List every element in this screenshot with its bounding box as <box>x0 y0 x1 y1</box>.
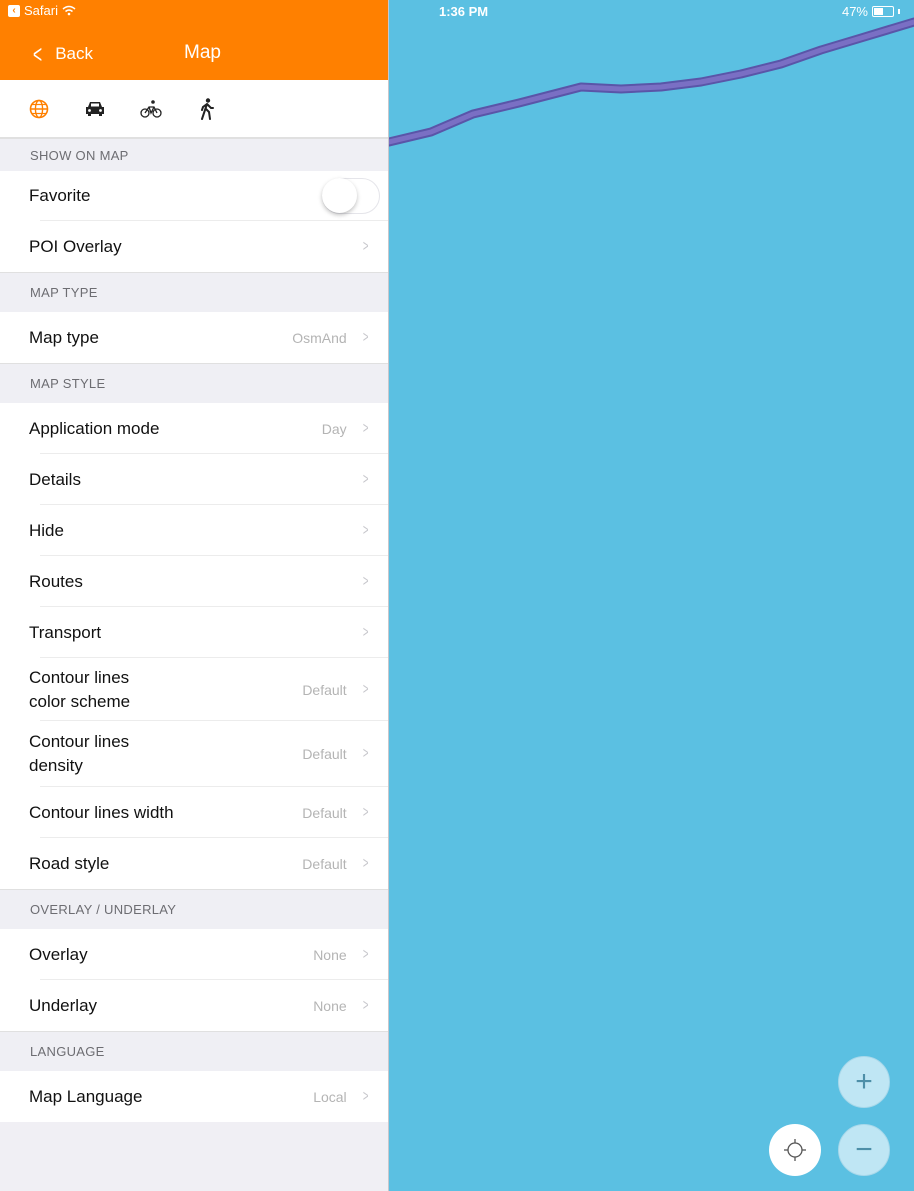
contour-width-label: Contour lines width <box>29 802 174 822</box>
crosshair-icon <box>784 1139 806 1161</box>
contour-density-label: Contour lines density <box>29 732 130 775</box>
back-button[interactable]: < Back <box>30 39 93 69</box>
chevron-left-icon: < <box>33 39 43 69</box>
battery-percent: 47% <box>841 4 868 19</box>
favorite-label: Favorite <box>29 186 91 205</box>
chevron-right-icon: > <box>362 419 369 437</box>
overlay-row[interactable]: Overlay None > <box>0 929 388 980</box>
back-to-app-icon: ‹ <box>8 4 20 17</box>
contour-color-scheme-value: Default <box>302 681 347 698</box>
application-mode-row[interactable]: Application mode Day > <box>0 403 388 454</box>
status-bar-left: ‹ Safari <box>8 3 76 18</box>
application-mode-label: Application mode <box>29 418 160 438</box>
contour-width-value: Default <box>302 804 347 821</box>
routes-row[interactable]: Routes > <box>0 556 388 607</box>
underlay-value: None <box>313 997 347 1014</box>
transport-label: Transport <box>29 622 102 642</box>
hide-row[interactable]: Hide > <box>0 505 388 556</box>
application-mode-value: Day <box>321 420 347 437</box>
chevron-right-icon: > <box>362 328 369 346</box>
my-location-button[interactable] <box>769 1124 821 1176</box>
chevron-right-icon: > <box>362 996 369 1014</box>
chevron-right-icon: > <box>362 623 369 641</box>
chevron-right-icon: > <box>362 470 369 488</box>
status-bar-right: 1:36 PM 47% <box>389 0 914 22</box>
underlay-label: Underlay <box>29 995 98 1015</box>
overlay-label: Overlay <box>29 944 88 964</box>
chevron-right-icon: > <box>362 572 369 590</box>
battery-icon <box>872 6 894 17</box>
contour-color-scheme-label: Contour lines color scheme <box>29 667 131 711</box>
transport-row[interactable]: Transport > <box>0 607 388 658</box>
bicycle-icon <box>140 99 162 118</box>
minus-icon: − <box>855 1133 873 1166</box>
overlay-value: None <box>313 946 347 963</box>
routes-label: Routes <box>29 571 83 591</box>
section-header-language: LANGUAGE <box>0 1031 388 1071</box>
hide-label: Hide <box>29 520 64 540</box>
underlay-row[interactable]: Underlay None > <box>0 980 388 1031</box>
map-language-value: Local <box>313 1088 347 1105</box>
back-to-app-label[interactable]: Safari <box>24 3 58 18</box>
plus-icon: + <box>855 1065 873 1098</box>
zoom-in-button[interactable]: + <box>838 1056 890 1108</box>
pedestrian-icon <box>201 97 214 120</box>
map-type-label: Map type <box>29 327 99 347</box>
map-type-value: OsmAnd <box>292 329 347 346</box>
favorite-toggle[interactable] <box>322 178 380 214</box>
chevron-right-icon: > <box>362 1087 369 1105</box>
map-language-label: Map Language <box>29 1086 143 1106</box>
road-style-label: Road style <box>29 853 110 873</box>
globe-icon <box>29 99 49 118</box>
chevron-right-icon: > <box>362 680 369 698</box>
tab-browse-map[interactable] <box>28 98 50 120</box>
chevron-right-icon: > <box>362 803 369 821</box>
chevron-right-icon: > <box>362 745 369 762</box>
section-header-map-style: MAP STYLE <box>0 363 388 403</box>
poi-overlay-row[interactable]: POI Overlay > <box>0 221 388 272</box>
map-type-row[interactable]: Map type OsmAnd > <box>0 312 388 363</box>
contour-density-row[interactable]: Contour lines density Default > <box>0 721 388 787</box>
map-settings-panel: ‹ Safari < Back Map SHOW ON MAP Favorite… <box>0 0 389 1191</box>
contour-density-value: Default <box>302 746 347 762</box>
details-row[interactable]: Details > <box>0 454 388 505</box>
section-header-show-on-map: SHOW ON MAP <box>0 138 388 171</box>
chevron-right-icon: > <box>362 237 369 255</box>
page-title: Map <box>184 42 221 63</box>
chevron-right-icon: > <box>362 945 369 963</box>
tab-car[interactable] <box>84 98 106 120</box>
route-line <box>389 17 914 147</box>
chevron-right-icon: > <box>362 854 369 872</box>
status-time: 1:36 PM <box>439 4 489 19</box>
map-language-row[interactable]: Map Language Local > <box>0 1071 388 1122</box>
road-style-value: Default <box>302 855 347 872</box>
tab-bicycle[interactable] <box>140 98 162 120</box>
back-label: Back <box>55 44 93 63</box>
details-label: Details <box>29 469 81 489</box>
map-view[interactable] <box>389 0 914 1191</box>
battery-indicator: 47% <box>842 4 900 19</box>
zoom-out-button[interactable]: − <box>838 1124 890 1176</box>
road-style-row[interactable]: Road style Default > <box>0 838 388 889</box>
tab-pedestrian[interactable] <box>196 97 218 120</box>
section-header-overlay-underlay: OVERLAY / UNDERLAY <box>0 889 388 929</box>
profile-tabs <box>0 80 388 138</box>
car-icon <box>86 101 104 116</box>
section-header-map-type: MAP TYPE <box>0 272 388 312</box>
favorite-row[interactable]: Favorite <box>0 171 388 221</box>
wifi-icon <box>62 5 76 16</box>
nav-bar: ‹ Safari < Back Map <box>0 0 388 80</box>
chevron-right-icon: > <box>362 521 369 539</box>
contour-color-scheme-row[interactable]: Contour lines color scheme Default > <box>0 658 388 721</box>
poi-overlay-label: POI Overlay <box>29 236 122 256</box>
contour-width-row[interactable]: Contour lines width Default > <box>0 787 388 838</box>
